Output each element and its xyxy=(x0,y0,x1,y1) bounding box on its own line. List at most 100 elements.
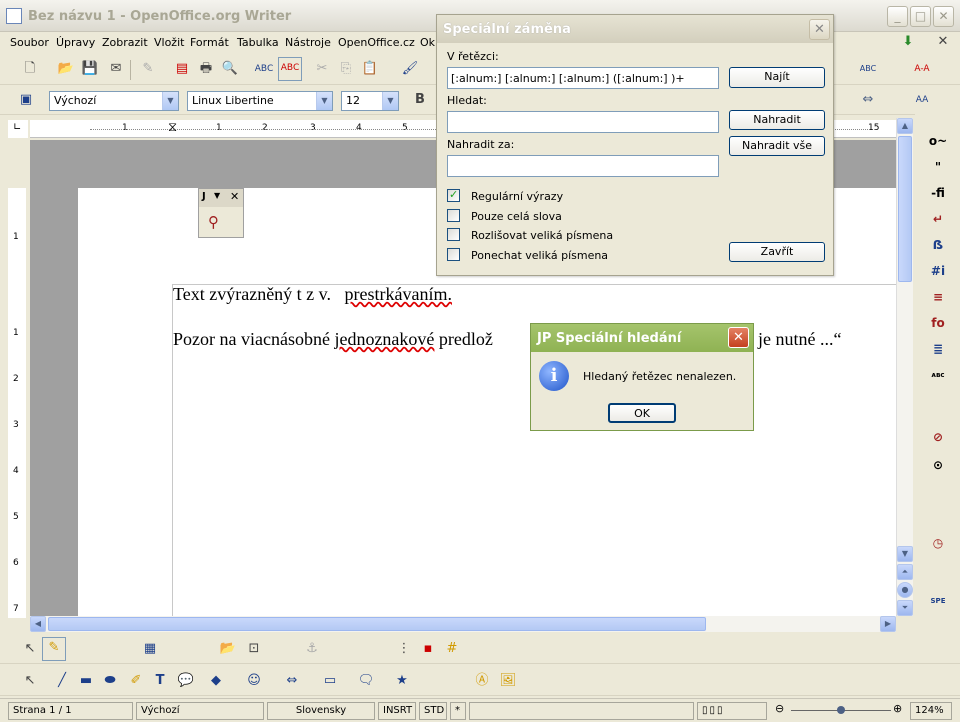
replace-button[interactable]: Nahradit xyxy=(729,110,825,130)
callout-icon[interactable]: 💬 xyxy=(176,671,196,691)
find-button[interactable]: Najít xyxy=(729,67,825,88)
copy-icon[interactable]: ⎘ xyxy=(336,59,356,79)
close-button[interactable]: Zavřít xyxy=(729,242,825,262)
chevron-down-icon[interactable]: ▼ xyxy=(382,92,398,110)
menu-zobrazit[interactable]: Zobrazit xyxy=(102,36,148,49)
open-folder-icon[interactable]: 📂 xyxy=(218,639,238,659)
next-page-icon[interactable]: ⏷ xyxy=(897,600,913,616)
replace-all-button[interactable]: Nahradit vše xyxy=(729,136,825,156)
scroll-up-icon[interactable]: ▲ xyxy=(897,118,913,134)
edit-points-icon[interactable]: ✎ xyxy=(42,637,66,661)
bold-button[interactable]: B xyxy=(410,90,430,110)
ellipse-icon[interactable]: ⬬ xyxy=(100,671,120,691)
menu-nastroje[interactable]: Nástroje xyxy=(285,36,331,49)
match-case-checkbox[interactable] xyxy=(447,228,460,241)
paste-icon[interactable]: 📋 xyxy=(360,59,380,79)
crop-icon[interactable]: # xyxy=(442,639,462,659)
menu-tabulka[interactable]: Tabulka xyxy=(237,36,279,49)
menu-upravy[interactable]: Úpravy xyxy=(56,36,95,49)
menu-openoffice-cz[interactable]: OpenOffice.cz xyxy=(338,36,415,49)
paragraph-icon[interactable]: ≣ xyxy=(927,338,949,360)
tab-stop-selector[interactable]: ∟ xyxy=(8,120,28,138)
block-arrows-icon[interactable]: ⇔ xyxy=(282,671,302,691)
in-string-input[interactable]: [:alnum:] [:alnum:] [:alnum:] ([:alnum:]… xyxy=(447,67,719,89)
language-indicator[interactable]: Slovensky xyxy=(267,702,375,720)
print-preview-icon[interactable]: 🔍 xyxy=(220,59,240,79)
scroll-left-icon[interactable]: ◀ xyxy=(30,616,46,632)
ok-button[interactable]: OK xyxy=(608,403,676,423)
special-replace-icon[interactable]: SPE xyxy=(927,590,949,612)
chevron-down-icon[interactable]: ▼ xyxy=(162,92,178,110)
align-icon[interactable]: ≡ xyxy=(927,286,949,308)
font-icon[interactable]: fo xyxy=(927,312,949,334)
open-icon[interactable]: 📂 xyxy=(56,59,76,79)
zoom-slider[interactable]: ⊖ ⊕ xyxy=(775,702,907,718)
whole-words-checkbox[interactable] xyxy=(447,209,460,222)
styles-icon[interactable]: ▣ xyxy=(16,90,36,110)
selection-mode-indicator[interactable]: STD xyxy=(419,702,447,720)
number-format-icon[interactable]: #i xyxy=(927,260,949,282)
paragraph-style-select[interactable]: Výchozí ▼ xyxy=(49,91,179,111)
paragraph-2[interactable]: Pozor na viacnásobné jednoznakové predlo… xyxy=(173,329,493,350)
paragraph-1[interactable]: Text zvýrazněný t z v. prestrkávaním. xyxy=(173,284,452,305)
anchor-icon[interactable]: ⚓ xyxy=(302,639,322,659)
line-icon[interactable]: ╱ xyxy=(52,671,72,691)
scroll-right-icon[interactable]: ▶ xyxy=(880,616,896,632)
autospellcheck-icon[interactable]: ABC xyxy=(278,57,302,81)
scroll-thumb[interactable] xyxy=(48,617,706,631)
maximize-button[interactable]: □ xyxy=(910,6,931,27)
select-arrow-icon[interactable]: ↖ xyxy=(20,639,40,659)
nbsp-icon[interactable]: ABC xyxy=(858,59,878,79)
scroll-down-icon[interactable]: ▼ xyxy=(897,546,913,562)
zoom-out-icon[interactable]: ⊖ xyxy=(775,702,784,715)
select-arrow-icon[interactable]: ↖ xyxy=(20,671,40,691)
dialog-close-icon[interactable]: ✕ xyxy=(809,19,830,40)
chevron-down-icon[interactable]: ▼ xyxy=(316,92,332,110)
vertical-scrollbar[interactable]: ▲ ▼ ⏶ ● ⏷ xyxy=(896,118,913,616)
replace-input[interactable] xyxy=(447,155,719,177)
previous-page-icon[interactable]: ⏶ xyxy=(897,564,913,580)
vertical-ruler[interactable]: 1 1 2 3 4 5 6 7 xyxy=(8,188,26,618)
page-indicator[interactable]: Strana 1 / 1 xyxy=(8,702,133,720)
stars-icon[interactable]: ★ xyxy=(392,671,412,691)
navigation-icon[interactable]: ● xyxy=(897,582,913,598)
unlink-icon[interactable]: ⊘ xyxy=(927,426,949,448)
quotes-icon[interactable]: " xyxy=(927,156,949,178)
ligature-icon[interactable]: -fi xyxy=(927,182,949,204)
symbol-shapes-icon[interactable]: ☺ xyxy=(244,671,264,691)
horizontal-scrollbar[interactable]: ◀ ▶ xyxy=(30,616,896,632)
message-close-icon[interactable]: ✕ xyxy=(728,327,749,348)
edit-file-icon[interactable]: ✎ xyxy=(138,59,158,79)
autocorrect-icon[interactable]: o~ xyxy=(927,130,949,152)
properties-icon[interactable]: ▦ xyxy=(140,639,160,659)
indent-marker-icon[interactable]: ⧖ xyxy=(168,120,177,135)
menu-format[interactable]: Formát xyxy=(190,36,229,49)
grid-icon[interactable]: ⋮ xyxy=(394,639,414,659)
new-document-icon[interactable]: 🗋 xyxy=(20,59,40,79)
case-change-icon[interactable]: A-A xyxy=(912,59,932,79)
arrows-icon[interactable]: ⇔ xyxy=(858,90,878,110)
keep-case-checkbox[interactable] xyxy=(447,248,460,261)
document-close-icon[interactable]: ✕ xyxy=(933,32,953,52)
chevron-down-icon[interactable]: ▼ xyxy=(214,191,220,200)
regex-checkbox[interactable] xyxy=(447,188,460,202)
link-icon[interactable]: ⊙ xyxy=(927,454,949,476)
export-pdf-icon[interactable]: ▤ xyxy=(172,59,192,79)
menu-soubor[interactable]: Soubor xyxy=(10,36,49,49)
window-close-button[interactable]: ✕ xyxy=(933,6,954,27)
font-case-icon[interactable]: AA xyxy=(912,90,932,110)
freeform-icon[interactable]: ✐ xyxy=(126,671,146,691)
dialog-titlebar[interactable]: Speciální záměna ✕ xyxy=(437,15,833,43)
font-size-select[interactable]: 12 ▼ xyxy=(341,91,399,111)
view-layout-icon[interactable]: ▯▯▯ xyxy=(697,702,767,720)
fit-frame-icon[interactable]: ⊡ xyxy=(244,639,264,659)
download-icon[interactable]: ⬇ xyxy=(898,32,918,52)
text-icon[interactable]: T xyxy=(150,671,170,691)
basic-shapes-icon[interactable]: ◆ xyxy=(206,671,226,691)
abc-icon[interactable]: ᴀʙᴄ xyxy=(927,364,949,386)
zoom-thumb[interactable] xyxy=(837,706,845,714)
scroll-thumb[interactable] xyxy=(898,136,912,282)
insert-mode-indicator[interactable]: INSRT xyxy=(378,702,416,720)
text-sort-icon[interactable]: ẞ xyxy=(927,234,949,256)
minimize-button[interactable]: _ xyxy=(887,6,908,27)
